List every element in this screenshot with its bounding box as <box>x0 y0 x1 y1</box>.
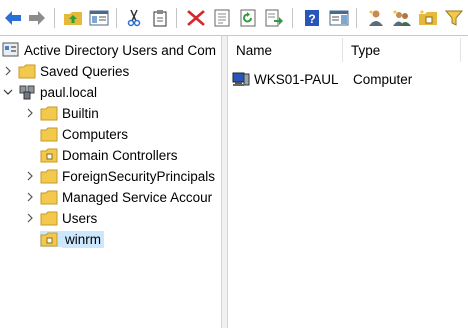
svg-text:?: ? <box>308 12 315 26</box>
tree-root-label: Active Directory Users and Com <box>24 42 217 58</box>
tree-item-users[interactable]: Users <box>24 208 97 228</box>
row-name-cell: WKS01-PAUL <box>254 71 339 87</box>
copy-icon[interactable] <box>149 7 171 29</box>
tree-item-label: paul.local <box>40 84 98 100</box>
tree-item-foreign-security-principals[interactable]: ForeignSecurityPrincipals <box>24 166 215 186</box>
toolbar-separator <box>176 8 177 28</box>
folder-icon <box>40 168 58 184</box>
tree-item-managed-service-accounts[interactable]: Managed Service Accour <box>24 187 212 207</box>
folder-icon <box>40 105 58 121</box>
filter-icon[interactable] <box>443 7 465 29</box>
refresh-icon[interactable] <box>237 7 259 29</box>
action-pane-icon[interactable] <box>328 7 350 29</box>
tree-item-label: Managed Service Accour <box>62 189 213 205</box>
folder-icon <box>40 210 58 226</box>
chevron-right-icon[interactable] <box>24 208 36 228</box>
tree-item-builtin[interactable]: Builtin <box>24 103 99 123</box>
back-arrow-icon[interactable] <box>2 7 24 29</box>
tree-item-label: Users <box>62 210 98 226</box>
tree-root[interactable]: Active Directory Users and Com <box>2 40 216 60</box>
column-header-name[interactable]: Name <box>228 36 343 64</box>
delete-icon[interactable] <box>185 7 207 29</box>
folder-icon <box>40 189 58 205</box>
details-list: Name Type WKS01-PAUL Computer <box>228 36 468 328</box>
toolbar: ? <box>0 0 468 36</box>
tree-item-domain-controllers[interactable]: Domain Controllers <box>24 145 178 165</box>
column-header-type[interactable]: Type <box>343 36 460 64</box>
new-group-icon[interactable] <box>391 7 413 29</box>
tree-item-saved-queries[interactable]: Saved Queries <box>2 61 129 81</box>
aduc-snapin-icon <box>2 42 20 58</box>
tree-item-label: Saved Queries <box>40 63 130 79</box>
ou-folder-icon <box>40 231 62 247</box>
chevron-down-icon[interactable] <box>2 82 14 102</box>
cut-icon[interactable] <box>123 7 145 29</box>
computer-icon <box>232 71 250 87</box>
column-divider[interactable] <box>460 38 461 62</box>
toolbar-separator <box>54 8 55 28</box>
tree-item-label: Builtin <box>62 105 99 121</box>
tree-item-label: Domain Controllers <box>62 147 178 163</box>
folder-icon <box>18 63 36 79</box>
help-icon[interactable]: ? <box>301 7 323 29</box>
new-ou-icon[interactable] <box>417 7 439 29</box>
tree-item-computers[interactable]: Computers <box>24 124 128 144</box>
tree-item-domain[interactable]: paul.local <box>2 82 97 102</box>
export-list-icon[interactable] <box>263 7 285 29</box>
toolbar-separator <box>292 8 293 28</box>
chevron-right-icon[interactable] <box>24 166 36 186</box>
table-row[interactable]: WKS01-PAUL Computer <box>232 69 464 89</box>
folder-icon <box>40 126 58 142</box>
tree-item-label: ForeignSecurityPrincipals <box>62 168 216 184</box>
chevron-right-icon[interactable] <box>24 187 36 207</box>
show-console-tree-icon[interactable] <box>88 7 110 29</box>
column-header-label: Type <box>351 42 381 58</box>
ou-folder-icon <box>40 147 58 163</box>
column-header-label: Name <box>236 42 273 58</box>
toolbar-separator <box>356 8 357 28</box>
tree-item-label: Computers <box>62 126 129 142</box>
row-type-cell: Computer <box>353 71 413 87</box>
chevron-right-icon[interactable] <box>24 103 36 123</box>
forward-arrow-icon[interactable] <box>26 7 48 29</box>
domain-icon <box>18 84 36 100</box>
tree-item-label: winrm <box>62 230 104 248</box>
new-user-icon[interactable] <box>365 7 387 29</box>
chevron-right-icon[interactable] <box>2 61 14 81</box>
console-tree: Active Directory Users and Com Saved Que… <box>0 36 221 328</box>
pane-splitter[interactable] <box>221 36 228 328</box>
properties-icon[interactable] <box>211 7 233 29</box>
up-folder-icon[interactable] <box>62 7 84 29</box>
tree-item-winrm[interactable]: winrm <box>24 229 104 249</box>
toolbar-separator <box>116 8 117 28</box>
